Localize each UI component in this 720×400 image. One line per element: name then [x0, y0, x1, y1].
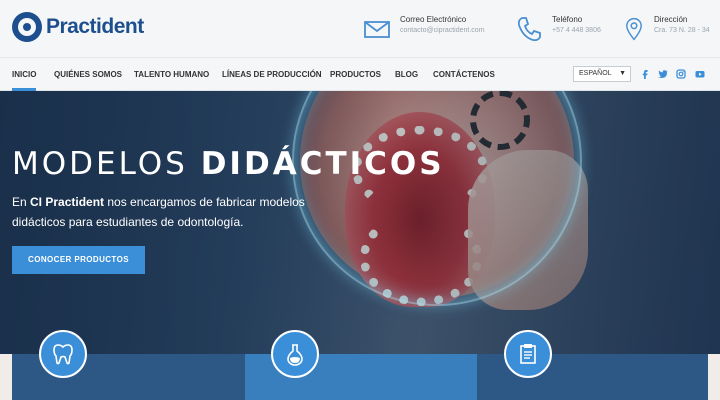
contact-phone-label: Teléfono [552, 15, 583, 24]
nav-item-contactenos[interactable]: CONTÁCTENOS [433, 58, 495, 91]
header: Practident Correo Electrónico contacto@c… [0, 0, 720, 58]
facebook-icon[interactable] [640, 69, 650, 79]
main-nav: INICIO QUIÉNES SOMOS TALENTO HUMANO LÍNE… [0, 58, 720, 91]
twitter-icon[interactable] [658, 69, 668, 79]
contact-phone-value: +57 4 448 3806 [552, 27, 601, 34]
brand-logo[interactable]: Practident [12, 12, 144, 42]
products-button[interactable]: CONOCER PRODUCTOS [12, 246, 145, 274]
tooth-icon [53, 344, 73, 365]
hero-title: MODELOS DIDÁCTICOS [12, 146, 445, 182]
contact-email-label: Correo Electrónico [400, 15, 467, 24]
feature-icon-badge [39, 330, 87, 378]
nav-item-blog[interactable]: BLOG [395, 58, 418, 91]
contact-email-value: contacto@cipractident.com [400, 27, 485, 34]
contact-address-value: Cra. 73 N. 28 - 34 [654, 27, 710, 34]
contact-phone[interactable]: Teléfono +57 4 448 3806 [514, 14, 601, 44]
nav-item-talento-humano[interactable]: TALENTO HUMANO [134, 58, 209, 91]
hero-text-brand: CI Practident [30, 195, 105, 209]
feature-icon-badge [504, 330, 552, 378]
hero-title-light: MODELOS [12, 146, 201, 182]
nav-item-lineas-produccion[interactable]: LÍNEAS DE PRODUCCIÓN [222, 58, 322, 91]
feature-icon-badge [271, 330, 319, 378]
nav-item-quienes-somos[interactable]: QUIÉNES SOMOS [54, 58, 122, 91]
nav-item-inicio[interactable]: INICIO [12, 58, 37, 91]
contact-address[interactable]: Dirección Cra. 73 N. 28 - 34 [622, 14, 710, 44]
language-select[interactable]: ESPAÑOL ▼ [573, 66, 631, 82]
contact-address-label: Dirección [654, 15, 688, 24]
hero-title-bold: DIDÁCTICOS [200, 146, 445, 182]
logo-mark-icon [12, 12, 42, 42]
contact-email[interactable]: Correo Electrónico contacto@cipractident… [362, 14, 485, 44]
flask-icon [287, 344, 303, 366]
caret-down-icon: ▼ [619, 70, 626, 77]
nav-item-productos[interactable]: PRODUCTOS [330, 58, 381, 91]
language-select-value: ESPAÑOL [579, 70, 612, 77]
phone-icon [517, 17, 541, 42]
map-pin-icon [626, 17, 642, 41]
page: Practident Correo Electrónico contacto@c… [0, 0, 720, 400]
envelope-icon [364, 21, 390, 38]
clipboard-icon [520, 344, 536, 364]
hero-text-prefix: En [12, 195, 31, 209]
youtube-icon[interactable] [695, 69, 705, 79]
hero-description: En CI Practident nos encargamos de fabri… [12, 192, 342, 232]
brand-name: Practident [46, 15, 144, 38]
instagram-icon[interactable] [676, 69, 686, 79]
